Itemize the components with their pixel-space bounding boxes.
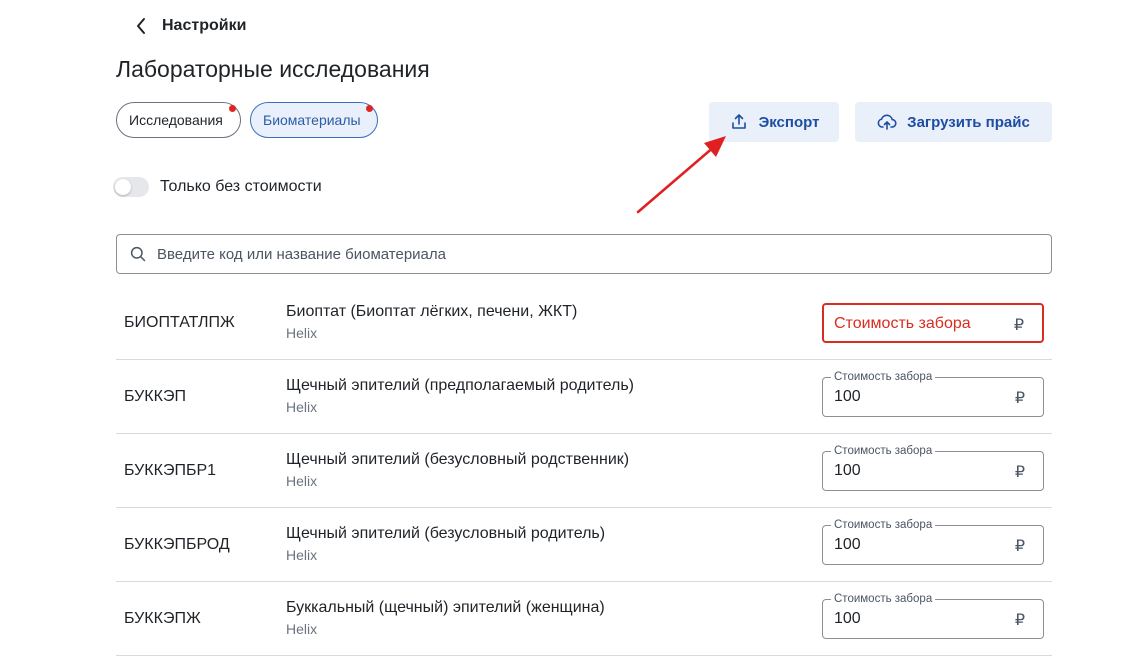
only-without-price-label: Только без стоимости — [160, 178, 322, 195]
list-item: БУККЭПБРОД Щечный эпителий (безусловный … — [116, 508, 1052, 582]
back-navigation[interactable]: Настройки — [132, 14, 246, 38]
tab-research[interactable]: Исследования — [116, 102, 241, 138]
item-provider: Helix — [286, 547, 318, 563]
tab-research-label: Исследования — [129, 112, 223, 128]
item-name: Буккальный (щечный) эпителий (женщина) — [286, 599, 605, 616]
export-button[interactable]: Экспорт — [709, 102, 839, 142]
price-field-label: Стоимость забора — [831, 444, 936, 458]
search-input[interactable] — [155, 244, 1039, 264]
item-name: Щечный эпителий (предполагаемый родитель… — [286, 377, 634, 394]
price-field[interactable]: Стоимость забора 100 ₽ — [822, 592, 1044, 639]
item-code: БУККЭП — [124, 388, 186, 405]
toggle-knob — [115, 179, 131, 195]
price-field[interactable]: Стоимость забора 100 ₽ — [822, 518, 1044, 565]
notification-dot — [366, 105, 373, 112]
item-code: БУККЭПБР1 — [124, 462, 217, 479]
tab-biomaterials-label: Биоматериалы — [263, 112, 361, 128]
chevron-left-icon[interactable] — [132, 17, 150, 35]
cloud-upload-icon — [877, 112, 897, 132]
ruble-icon: ₽ — [1014, 538, 1025, 555]
upload-price-button[interactable]: Загрузить прайс — [855, 102, 1052, 142]
item-code: БУККЭПЖ — [124, 610, 201, 627]
biomaterials-list: БИОПТАТЛПЖ Биоптат (Биоптат лёгких, пече… — [116, 286, 1052, 656]
search-icon — [129, 245, 147, 263]
upload-icon — [729, 112, 749, 132]
list-item: БУККЭП Щечный эпителий (предполагаемый р… — [116, 360, 1052, 434]
only-without-price-toggle[interactable] — [113, 177, 149, 197]
price-field[interactable]: Стоимость забора ₽ — [822, 303, 1044, 343]
item-name: Биоптат (Биоптат лёгких, печени, ЖКТ) — [286, 303, 578, 320]
search-box[interactable] — [116, 234, 1052, 274]
ruble-icon: ₽ — [1014, 464, 1025, 481]
back-label[interactable]: Настройки — [162, 17, 246, 35]
price-field-label: Стоимость забора — [831, 592, 936, 606]
price-value[interactable]: 100 — [834, 610, 861, 628]
price-placeholder: Стоимость забора — [834, 315, 971, 332]
price-value[interactable]: 100 — [834, 388, 861, 406]
list-item: БУККЭПБР1 Щечный эпителий (безусловный р… — [116, 434, 1052, 508]
item-provider: Helix — [286, 621, 318, 637]
price-value[interactable]: 100 — [834, 462, 861, 480]
item-code: БУККЭПБРОД — [124, 536, 230, 553]
price-field[interactable]: Стоимость забора 100 ₽ — [822, 444, 1044, 491]
item-provider: Helix — [286, 473, 318, 489]
item-name: Щечный эпителий (безусловный родитель) — [286, 525, 606, 542]
ruble-icon: ₽ — [1014, 390, 1025, 407]
list-item: БИОПТАТЛПЖ Биоптат (Биоптат лёгких, пече… — [116, 286, 1052, 360]
upload-price-label: Загрузить прайс — [907, 113, 1030, 131]
item-name: Щечный эпителий (безусловный родственник… — [286, 451, 630, 468]
ruble-icon: ₽ — [1013, 317, 1024, 334]
item-provider: Helix — [286, 325, 318, 341]
price-field-label: Стоимость забора — [831, 518, 936, 532]
page-title: Лабораторные исследования — [116, 56, 430, 82]
only-without-price-filter[interactable]: Только без стоимости — [113, 176, 322, 198]
price-field-label: Стоимость забора — [831, 370, 936, 384]
notification-dot — [229, 105, 236, 112]
tab-biomaterials[interactable]: Биоматериалы — [250, 102, 378, 138]
item-code: БИОПТАТЛПЖ — [124, 314, 235, 331]
export-label: Экспорт — [758, 113, 820, 131]
list-item: БУККЭПЖ Буккальный (щечный) эпителий (же… — [116, 582, 1052, 656]
price-value[interactable]: 100 — [834, 536, 861, 554]
price-field[interactable]: Стоимость забора 100 ₽ — [822, 370, 1044, 417]
item-provider: Helix — [286, 399, 318, 415]
ruble-icon: ₽ — [1014, 612, 1025, 629]
